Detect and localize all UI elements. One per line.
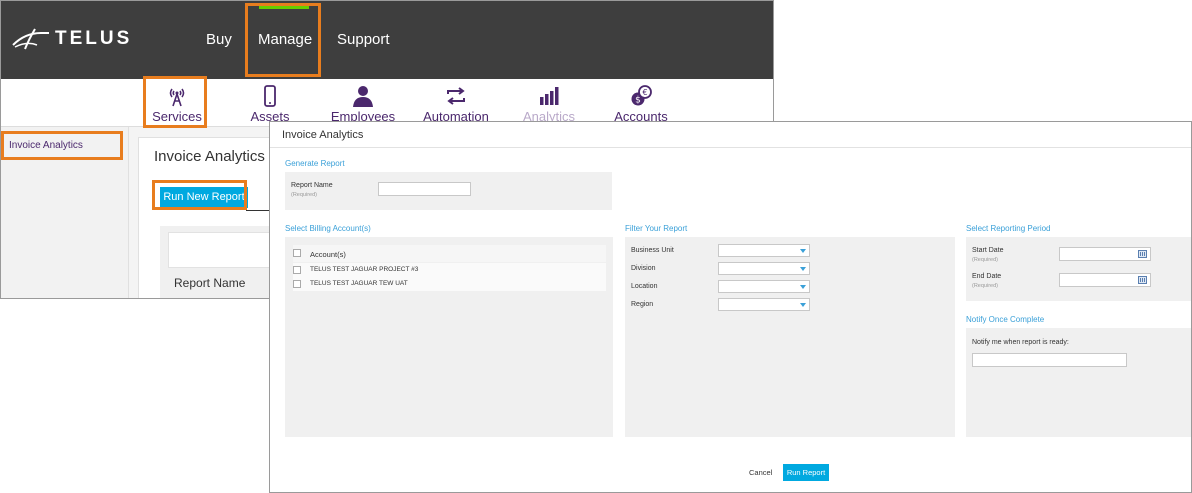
filter-label-location: Location	[631, 283, 658, 290]
filter-label-division: Division	[631, 265, 656, 272]
report-name-label: Report Name	[291, 182, 333, 189]
end-date-input[interactable]	[1059, 273, 1151, 287]
person-icon	[353, 86, 373, 107]
reporting-period-panel: Start Date (Required) End Date (Required…	[966, 237, 1191, 301]
notify-label: Notify me when report is ready:	[972, 339, 1069, 346]
chevron-down-icon	[800, 285, 806, 289]
telus-logo[interactable]: TELUS	[11, 27, 132, 51]
notify-panel: Notify me when report is ready:	[966, 328, 1191, 437]
business-unit-select[interactable]	[718, 244, 810, 257]
section-generate-report: Generate Report	[285, 159, 345, 168]
subnav-employees[interactable]: Employees	[323, 85, 403, 124]
logo-text: TELUS	[55, 28, 133, 49]
generate-report-panel: Report Name (Required)	[285, 172, 612, 210]
start-date-label: Start Date	[972, 247, 1004, 254]
invoice-analytics-dialog: Invoice Analytics Generate Report Report…	[269, 121, 1192, 493]
nav-support[interactable]: Support	[337, 31, 390, 48]
account-checkbox[interactable]	[293, 280, 301, 288]
nav-buy[interactable]: Buy	[206, 31, 232, 48]
report-name-input[interactable]	[378, 182, 471, 196]
start-date-required: (Required)	[972, 257, 998, 263]
chevron-down-icon	[800, 249, 806, 253]
dialog-divider	[270, 147, 1191, 148]
coins-icon: $ €	[631, 85, 652, 106]
section-reporting-period: Select Reporting Period	[966, 224, 1051, 233]
chevron-down-icon	[800, 303, 806, 307]
calendar-icon[interactable]	[1138, 250, 1147, 258]
select-all-checkbox[interactable]	[293, 249, 301, 257]
subnav-assets[interactable]: Assets	[230, 85, 310, 124]
subnav-analytics[interactable]: Analytics	[509, 85, 589, 124]
section-notify: Notify Once Complete	[966, 315, 1045, 324]
filter-label-business-unit: Business Unit	[631, 247, 674, 254]
report-name-required: (Required)	[291, 192, 317, 198]
run-report-button[interactable]: Run Report	[783, 464, 829, 481]
end-date-required: (Required)	[972, 283, 998, 289]
table-column-report-name: Report Name	[174, 276, 246, 290]
telus-mark-icon	[12, 28, 49, 50]
filter-panel: Business Unit Division Location Region	[625, 237, 955, 437]
end-date-label: End Date	[972, 273, 1002, 280]
subnav-automation[interactable]: Automation	[416, 85, 496, 124]
accounts-header-row: Account(s)	[293, 245, 606, 262]
chevron-down-icon	[800, 267, 806, 271]
location-select[interactable]	[718, 280, 810, 293]
phone-icon	[264, 85, 276, 107]
account-name: TELUS TEST JAGUAR PROJECT #3	[310, 266, 419, 273]
section-billing-accounts: Select Billing Account(s)	[285, 224, 371, 233]
calendar-icon[interactable]	[1138, 276, 1147, 284]
highlight-services	[143, 76, 207, 128]
highlight-invoice-analytics	[1, 131, 123, 160]
section-filter-report: Filter Your Report	[625, 224, 688, 233]
notify-email-input[interactable]	[972, 353, 1127, 367]
page-title: Invoice Analytics	[154, 148, 265, 165]
table-header-area	[168, 232, 278, 268]
cancel-button[interactable]: Cancel	[749, 468, 772, 477]
svg-text:€: €	[642, 88, 647, 97]
account-row[interactable]: TELUS TEST JAGUAR TEW UAT	[293, 277, 606, 291]
dialog-title: Invoice Analytics	[282, 129, 364, 141]
account-row[interactable]: TELUS TEST JAGUAR PROJECT #3	[293, 263, 606, 277]
bar-chart-icon	[540, 87, 559, 105]
filter-label-region: Region	[631, 301, 654, 308]
account-name: TELUS TEST JAGUAR TEW UAT	[310, 280, 408, 287]
svg-text:$: $	[635, 96, 641, 106]
arrows-icon	[447, 87, 465, 105]
highlight-run-new-report	[152, 180, 247, 210]
account-checkbox[interactable]	[293, 266, 301, 274]
top-navigation-bar: TELUS Buy Manage Support	[1, 1, 773, 79]
highlight-manage	[245, 3, 321, 77]
division-select[interactable]	[718, 262, 810, 275]
subnav-accounts[interactable]: $ € Accounts	[601, 85, 681, 124]
start-date-input[interactable]	[1059, 247, 1151, 261]
accounts-header-label: Account(s)	[310, 250, 346, 259]
sub-navigation: Services Assets Employees Automation Ana…	[1, 79, 773, 127]
region-select[interactable]	[718, 298, 810, 311]
billing-accounts-panel: Account(s) TELUS TEST JAGUAR PROJECT #3 …	[285, 237, 613, 437]
